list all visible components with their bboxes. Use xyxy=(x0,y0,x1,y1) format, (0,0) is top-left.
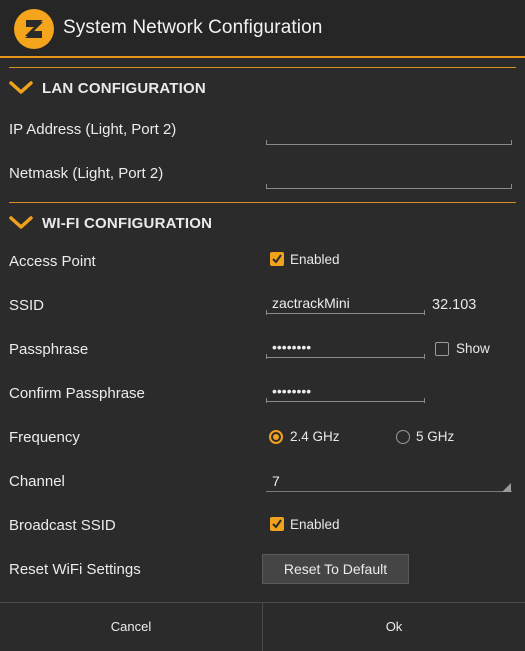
field-edge xyxy=(424,398,425,403)
section-divider xyxy=(9,202,516,203)
netmask-input[interactable] xyxy=(266,169,512,189)
field-edge xyxy=(266,140,267,145)
reset-to-default-button[interactable]: Reset To Default xyxy=(262,554,409,584)
app-logo-icon xyxy=(14,9,54,49)
confirm-passphrase-input[interactable]: •••••••• xyxy=(266,382,425,402)
broadcast-ssid-checkbox[interactable] xyxy=(270,517,284,531)
show-passphrase-label[interactable]: Show xyxy=(456,341,490,356)
dropdown-arrow-icon xyxy=(502,483,511,492)
frequency-label: Frequency xyxy=(9,429,80,446)
channel-label: Channel xyxy=(9,473,65,490)
ip-address-input[interactable] xyxy=(266,125,512,145)
window-title: System Network Configuration xyxy=(63,17,323,38)
passphrase-label: Passphrase xyxy=(9,341,89,358)
frequency-option-label[interactable]: 5 GHz xyxy=(416,429,454,444)
field-edge xyxy=(266,310,267,315)
frequency-radio-2-4ghz[interactable] xyxy=(269,430,283,444)
field-edge xyxy=(266,354,267,359)
lan-section-header[interactable]: LAN CONFIGURATION xyxy=(9,76,206,100)
confirm-passphrase-label: Confirm Passphrase xyxy=(9,385,145,402)
title-bar: System Network Configuration xyxy=(0,0,525,56)
section-divider xyxy=(9,67,516,68)
access-point-enabled-label[interactable]: Enabled xyxy=(290,252,340,267)
frequency-option-label[interactable]: 2.4 GHz xyxy=(290,429,340,444)
ip-address-label: IP Address (Light, Port 2) xyxy=(9,121,177,138)
field-edge xyxy=(424,310,425,315)
lan-section-title: LAN CONFIGURATION xyxy=(42,79,206,97)
ssid-input[interactable]: zactrackMini xyxy=(266,294,425,314)
broadcast-ssid-label: Broadcast SSID xyxy=(9,517,116,534)
field-edge xyxy=(511,140,512,145)
ssid-label: SSID xyxy=(9,297,45,314)
ok-button[interactable]: Ok xyxy=(263,603,525,651)
show-passphrase-checkbox[interactable] xyxy=(435,342,449,356)
wifi-section-header[interactable]: WI-FI CONFIGURATION xyxy=(9,211,212,235)
chevron-down-icon xyxy=(9,216,33,229)
reset-wifi-label: Reset WiFi Settings xyxy=(9,561,141,578)
broadcast-ssid-enabled-label[interactable]: Enabled xyxy=(290,517,340,532)
passphrase-input[interactable]: •••••••• xyxy=(266,338,425,358)
title-underline xyxy=(0,56,525,58)
frequency-radio-5ghz[interactable] xyxy=(396,430,410,444)
field-edge xyxy=(266,398,267,403)
check-icon xyxy=(272,254,282,264)
access-point-label: Access Point xyxy=(9,253,96,270)
check-icon xyxy=(272,519,282,529)
channel-select[interactable]: 7 xyxy=(266,472,512,492)
chevron-down-icon xyxy=(9,81,33,94)
cancel-button[interactable]: Cancel xyxy=(0,603,262,651)
field-edge xyxy=(424,354,425,359)
netmask-label: Netmask (Light, Port 2) xyxy=(9,165,164,182)
wifi-section-title: WI-FI CONFIGURATION xyxy=(42,214,213,232)
field-edge xyxy=(266,184,267,189)
ssid-suffix: 32.103 xyxy=(432,297,477,313)
field-edge xyxy=(511,184,512,189)
access-point-checkbox[interactable] xyxy=(270,252,284,266)
